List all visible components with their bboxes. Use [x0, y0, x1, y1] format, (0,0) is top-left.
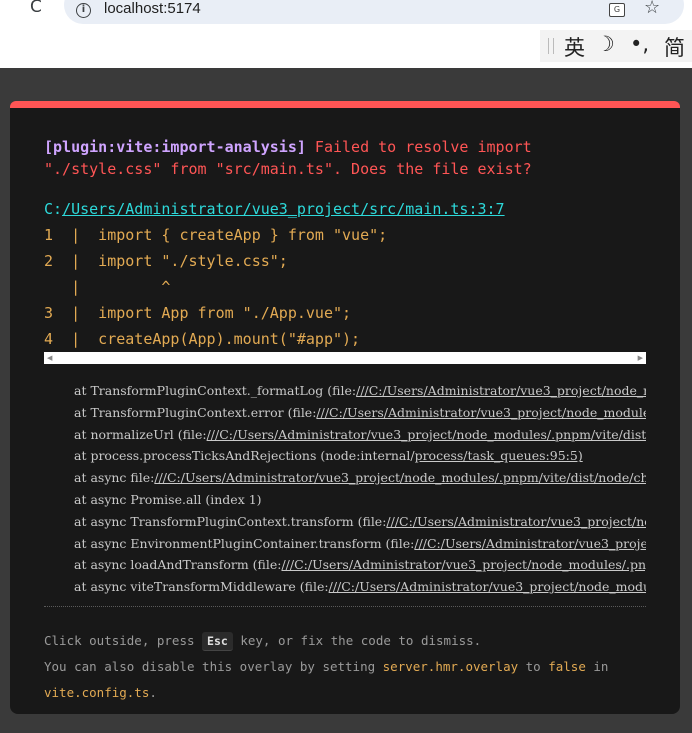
esc-key-badge: Esc	[202, 632, 233, 651]
ime-toolbar: 英 ☽ •, 简	[540, 30, 692, 62]
code-frame-scrollbar[interactable]: ◀ ▶	[44, 352, 646, 364]
stack-trace: at TransformPluginContext._formatLog (fi…	[74, 380, 646, 598]
browser-toolbar: › C i localhost:5174 G ☆ 英 ☽ •, 简	[0, 0, 692, 68]
scroll-left-icon[interactable]: ◀	[47, 352, 52, 364]
ime-language-toggle[interactable]: 英	[564, 32, 585, 62]
stack-line: at TransformPluginContext._formatLog (fi…	[74, 383, 646, 398]
site-info-icon[interactable]: i	[76, 3, 91, 18]
address-bar[interactable]: i localhost:5174 G ☆	[64, 0, 684, 24]
divider	[44, 606, 646, 607]
setting-name: server.hmr.overlay	[382, 659, 519, 674]
error-message-line1: Failed to resolve import	[305, 138, 532, 156]
code-frame: 1 | import { createApp } from "vue"; 2 |…	[44, 222, 646, 352]
stack-line: at async loadAndTransform (file:///C:/Us…	[74, 557, 646, 573]
forward-icon[interactable]: ›	[0, 0, 8, 18]
error-message: [plugin:vite:import-analysis] Failed to …	[44, 136, 532, 180]
ime-halfwidth-icon[interactable]: ☽	[596, 32, 615, 56]
code-frame-line: 1 | import { createApp } from "vue";	[44, 226, 388, 244]
ime-punctuation-icon[interactable]: •,	[630, 32, 649, 56]
stack-line: at async file:///C:/Users/Administrator/…	[74, 470, 646, 486]
stack-line: at async TransformPluginContext.transfor…	[74, 513, 646, 529]
ime-simplified-toggle[interactable]: 简	[664, 32, 685, 62]
code-frame-line: 4 | createApp(App).mount("#app");	[44, 330, 361, 348]
error-file-link[interactable]: C:/Users/Administrator/vue3_project/src/…	[44, 199, 505, 219]
code-frame-line: 3 | import App from "./App.vue";	[44, 304, 352, 322]
url-text[interactable]: localhost:5174	[104, 0, 201, 17]
error-file-path[interactable]: /Users/Administrator/vue3_project/src/ma…	[62, 200, 505, 218]
stack-line: at async viteTransformMiddleware (file:/…	[74, 579, 646, 595]
tip-line-3: vite.config.ts.	[44, 685, 157, 700]
stack-line: at TransformPluginContext.error (file://…	[74, 404, 646, 420]
dismiss-tip: Click outside, press Esc key, or fix the…	[44, 628, 664, 706]
tip-line-2: You can also disable this overlay by set…	[44, 659, 609, 674]
ime-grip-handle[interactable]	[548, 38, 554, 54]
tip-line-1: Click outside, press Esc key, or fix the…	[44, 628, 664, 654]
plugin-tag: [plugin:vite:import-analysis]	[44, 138, 306, 156]
setting-value: false	[548, 659, 586, 674]
bookmark-star-icon[interactable]: ☆	[644, 0, 660, 18]
error-message-line2: "./style.css" from "src/main.ts". Does t…	[44, 160, 532, 178]
stack-line: at async EnvironmentPluginContainer.tran…	[74, 535, 646, 551]
vite-error-overlay: [plugin:vite:import-analysis] Failed to …	[10, 101, 680, 714]
stack-line: at async Promise.all (index 1)	[74, 491, 262, 507]
scroll-right-icon[interactable]: ▶	[638, 352, 643, 364]
stack-line: at normalizeUrl (file:///C:/Users/Admini…	[74, 426, 646, 442]
code-frame-line: 2 | import "./style.css";	[44, 252, 288, 270]
code-frame-caret: | ^	[44, 278, 171, 296]
stack-line: at process.processTicksAndRejections (no…	[74, 448, 583, 464]
translate-icon[interactable]: G	[609, 3, 625, 17]
reload-icon[interactable]: C	[30, 0, 42, 17]
config-file-name: vite.config.ts	[44, 685, 150, 700]
